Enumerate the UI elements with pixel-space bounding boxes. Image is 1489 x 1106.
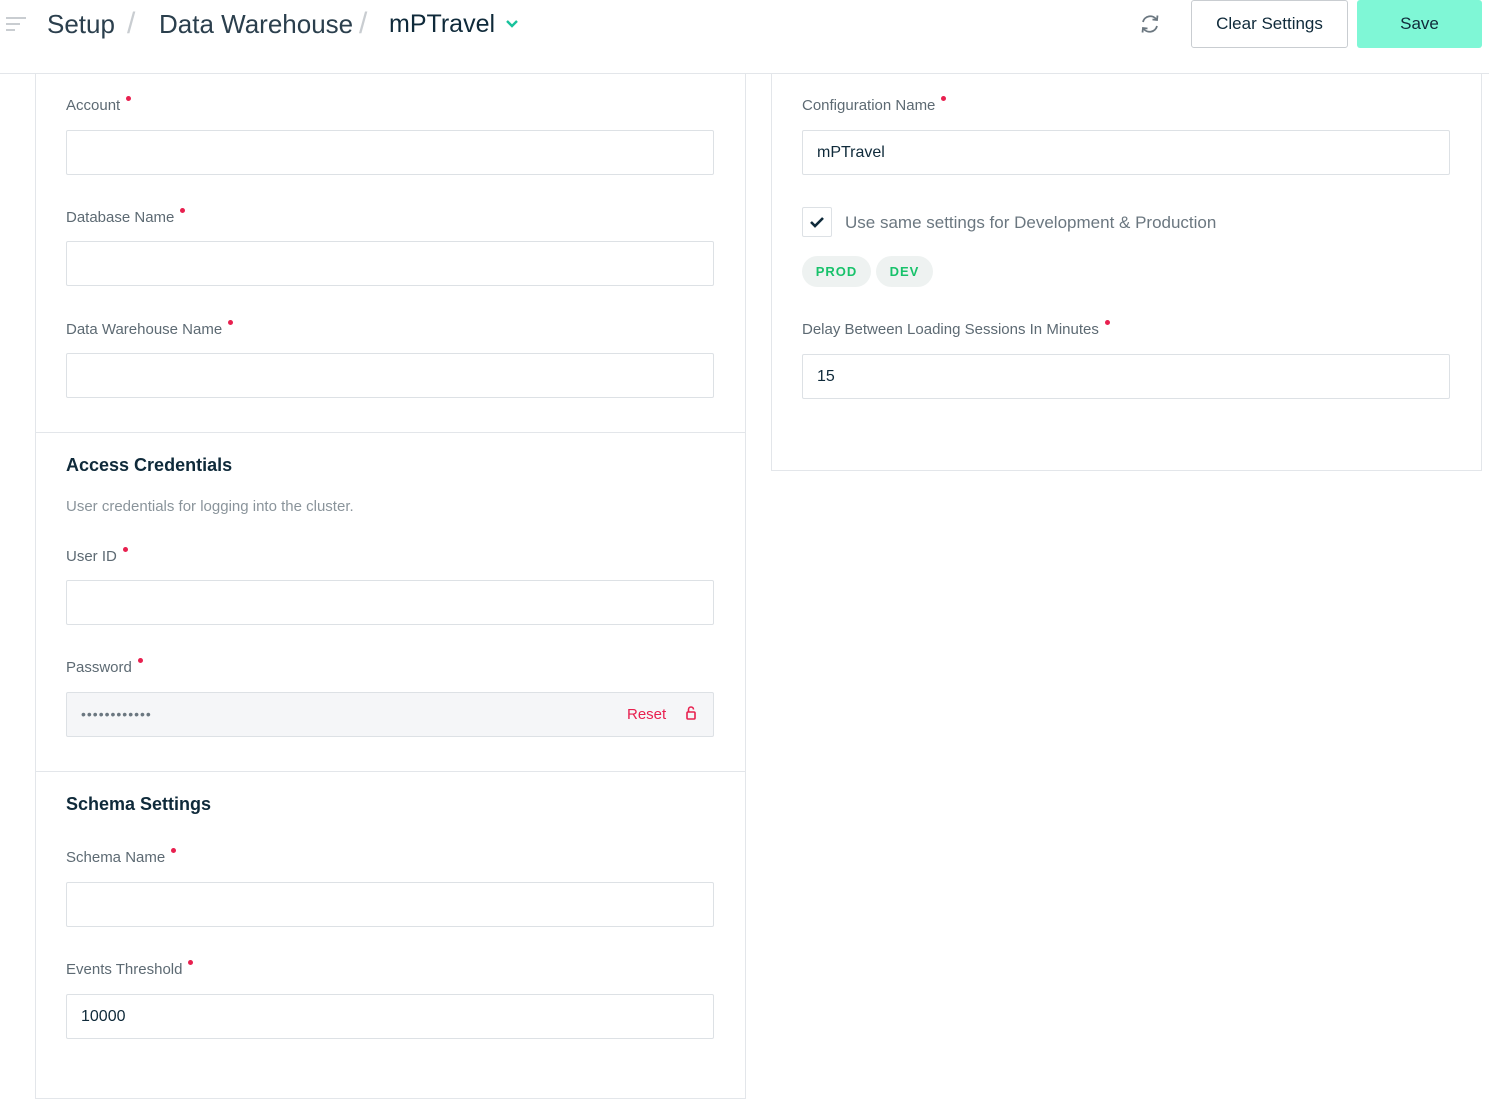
env-tag-prod[interactable]: PROD xyxy=(802,256,871,287)
breadcrumb-current: mPTravel xyxy=(389,10,496,38)
required-marker xyxy=(122,547,128,552)
schema-name-label: Schema Name xyxy=(66,848,177,867)
warehouse-name-input[interactable] xyxy=(66,353,714,398)
configuration-name-input[interactable] xyxy=(802,130,1450,175)
check-icon xyxy=(810,217,824,228)
section-divider xyxy=(36,432,745,433)
required-marker xyxy=(126,96,132,101)
database-name-label: Database Name xyxy=(66,208,186,227)
password-reset-link[interactable]: Reset xyxy=(627,706,666,723)
menu-icon[interactable] xyxy=(6,15,26,33)
user-id-input[interactable] xyxy=(66,580,714,625)
required-marker xyxy=(1104,320,1110,325)
user-id-label: User ID xyxy=(66,547,128,566)
top-bar: Setup / Data Warehouse / mPTravel Clear … xyxy=(0,0,1489,74)
delay-input[interactable] xyxy=(802,354,1450,399)
account-input[interactable] xyxy=(66,130,714,175)
required-marker xyxy=(188,960,194,965)
breadcrumb-separator: / xyxy=(359,7,368,40)
events-threshold-label: Events Threshold xyxy=(66,960,194,979)
configuration-panel: Configuration Name Use same settings for… xyxy=(771,74,1482,471)
warehouse-name-label: Data Warehouse Name xyxy=(66,320,234,339)
required-marker xyxy=(941,96,947,101)
env-tag-dev[interactable]: DEV xyxy=(876,256,933,287)
same-settings-label[interactable]: Use same settings for Development & Prod… xyxy=(845,213,1216,233)
section-divider xyxy=(36,771,745,772)
delay-label: Delay Between Loading Sessions In Minute… xyxy=(802,320,1110,339)
schema-settings-title: Schema Settings xyxy=(66,794,212,814)
refresh-icon[interactable] xyxy=(1139,13,1161,35)
configuration-name-label: Configuration Name xyxy=(802,96,947,115)
clear-settings-button[interactable]: Clear Settings xyxy=(1191,0,1348,48)
lock-icon[interactable] xyxy=(685,705,697,721)
password-field[interactable]: •••••••••••• Reset xyxy=(66,692,714,737)
schema-name-input[interactable] xyxy=(66,882,714,927)
access-credentials-title: Access Credentials xyxy=(66,455,233,475)
breadcrumb-separator: / xyxy=(127,7,136,40)
chevron-down-icon xyxy=(506,20,518,28)
account-label: Account xyxy=(66,96,132,115)
required-marker xyxy=(228,320,234,325)
breadcrumb-data-warehouse[interactable]: Data Warehouse xyxy=(159,8,353,40)
required-marker xyxy=(171,848,177,853)
events-threshold-input[interactable] xyxy=(66,994,714,1039)
required-marker xyxy=(180,208,186,213)
password-label: Password xyxy=(66,658,143,677)
database-name-input[interactable] xyxy=(66,241,714,286)
config-switcher[interactable]: mPTravel xyxy=(389,8,519,40)
required-marker xyxy=(137,658,143,663)
same-settings-checkbox[interactable] xyxy=(802,207,832,237)
access-credentials-description: User credentials for logging into the cl… xyxy=(66,498,354,515)
connection-panel: Account Database Name Data Warehouse Nam… xyxy=(35,74,746,1099)
breadcrumb-setup[interactable]: Setup xyxy=(47,8,115,40)
save-button[interactable]: Save xyxy=(1357,0,1482,48)
password-masked-value: •••••••••••• xyxy=(81,706,152,722)
